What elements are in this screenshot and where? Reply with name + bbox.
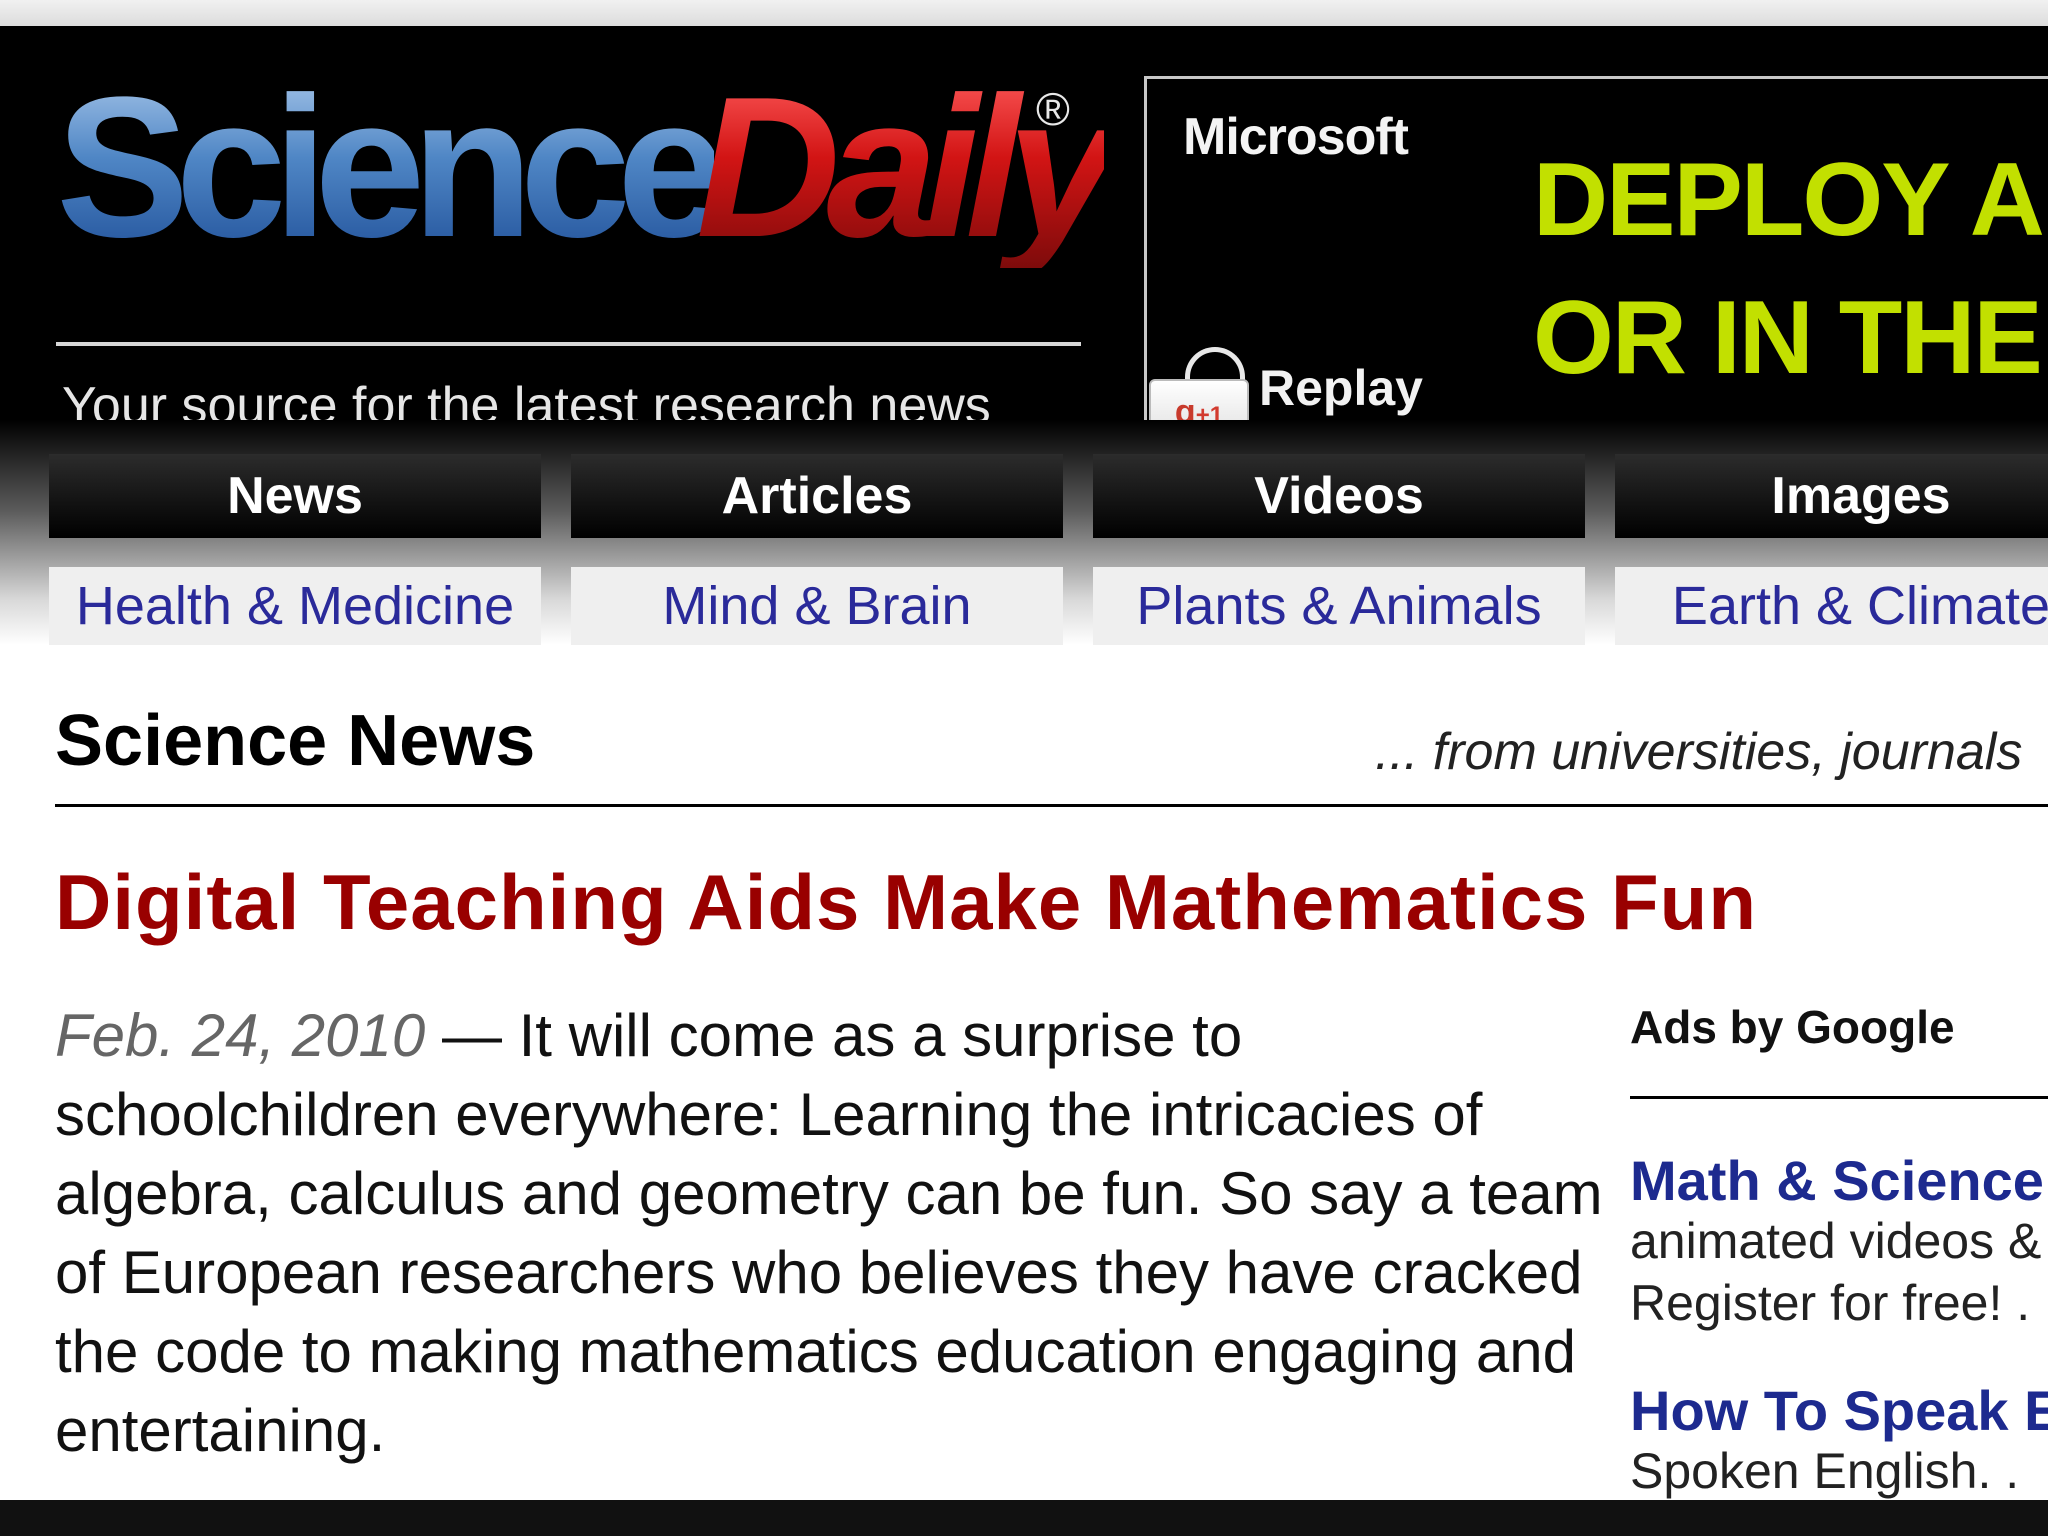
subtab-earth-climate[interactable]: Earth & Climate <box>1615 567 2048 645</box>
registered-mark: ® <box>1036 83 1070 135</box>
logo-divider <box>56 342 1081 346</box>
sidebar-ad-1-line-2: Register for free! . <box>1630 1275 2031 1331</box>
banner-ad[interactable]: Microsoft DEPLOY APP OR IN THE C g+1 Rep… <box>1144 76 2048 451</box>
story-headline-link[interactable]: Digital Teaching Aids Make Mathematics F… <box>55 857 1757 948</box>
tab-videos[interactable]: Videos <box>1093 454 1585 538</box>
tab-news[interactable]: News <box>49 454 541 538</box>
site-header: Science Daily ® Your source for the late… <box>0 26 2048 451</box>
bottom-bar <box>0 1500 2048 1536</box>
tab-images[interactable]: Images <box>1615 454 2048 538</box>
subtab-health-medicine[interactable]: Health & Medicine <box>49 567 541 645</box>
ad-brand: Microsoft <box>1183 108 1409 166</box>
sidebar-ad-link-2[interactable]: How To Speak E <box>1630 1378 2048 1443</box>
sidebar-ad-1-line-1: animated videos & <box>1630 1213 2042 1269</box>
ads-by-google-label: Ads by Google <box>1630 1001 1955 1053</box>
tab-articles[interactable]: Articles <box>571 454 1063 538</box>
browser-top-strip <box>0 0 2048 26</box>
sciencedaily-logo[interactable]: Science Daily ® Your source for the late… <box>56 56 1118 435</box>
ad-headline-line1: DEPLOY APP <box>1533 142 2048 258</box>
subtab-mind-brain[interactable]: Mind & Brain <box>571 567 1063 645</box>
story-date: Feb. 24, 2010 <box>55 1002 426 1069</box>
section-title: Science News <box>55 701 536 781</box>
sidebar-ad-link-1[interactable]: Math & Science <box>1630 1148 2044 1213</box>
ad-replay-button[interactable]: Replay <box>1259 359 1423 417</box>
logo-word-science: Science <box>56 56 728 279</box>
subtab-plants-animals[interactable]: Plants & Animals <box>1093 567 1585 645</box>
date-dash: — <box>425 1002 519 1069</box>
ads-divider <box>1630 1096 2048 1099</box>
story-summary-text: It will come as a surprise to schoolchil… <box>55 1002 1603 1464</box>
sidebar-ad-2-line-1: Spoken English. . <box>1630 1443 2020 1499</box>
section-divider <box>55 804 2048 807</box>
section-sources: ... from universities, journals <box>1375 723 2023 781</box>
story-summary: Feb. 24, 2010 — It will come as a surpri… <box>55 996 1615 1470</box>
ad-headline-line2: OR IN THE C <box>1533 280 2048 396</box>
